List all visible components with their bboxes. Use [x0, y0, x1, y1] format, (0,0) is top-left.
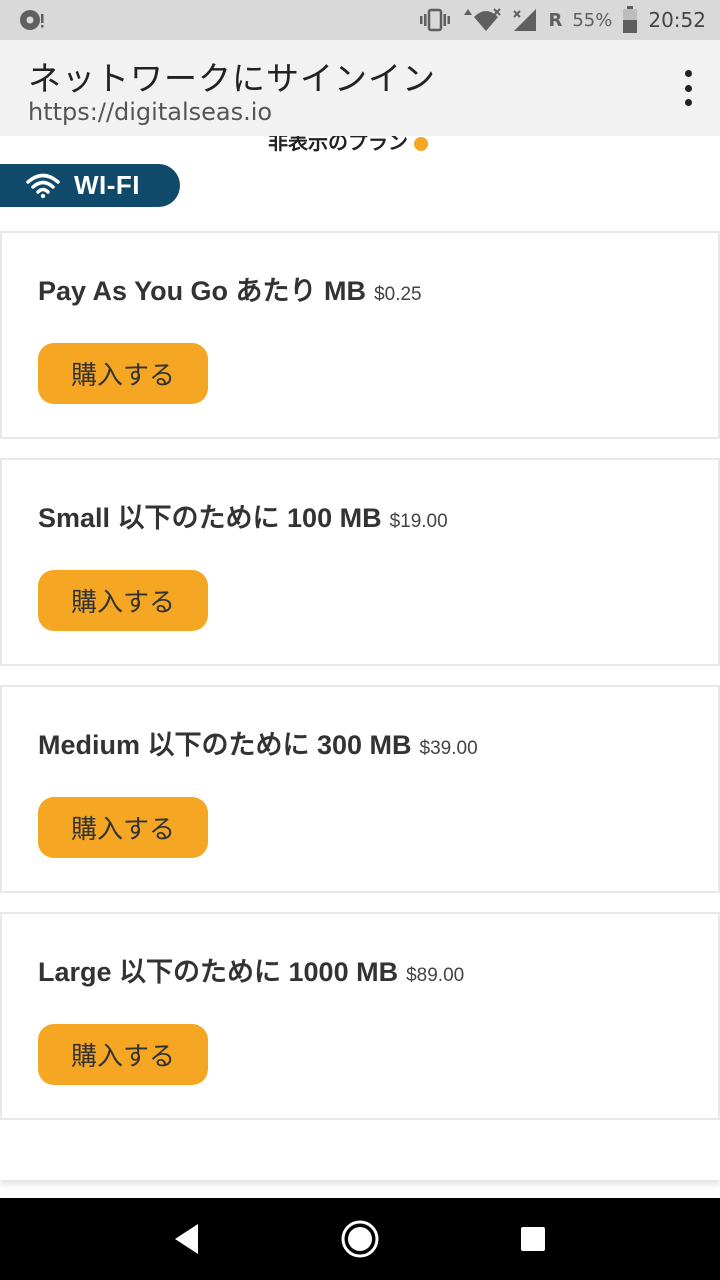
- plan-title-row: Pay As You Go あたり MB $0.25: [38, 269, 422, 308]
- cutoff-heading: 非表示のプラン: [268, 136, 428, 155]
- plan-price: $19.00: [389, 511, 448, 532]
- plan-card-large: Large 以下のために 1000 MB $89.00 購入する: [0, 912, 720, 1120]
- page-content: 非表示のプラン WI-FI Pay As You Go あたり MB $0.25…: [0, 136, 720, 1180]
- page-title: ネットワークにサインイン: [28, 59, 436, 98]
- plan-name: Medium 以下のために 300 MB: [38, 730, 412, 760]
- page-url: https://digitalseas.io: [28, 98, 273, 126]
- buy-button-large[interactable]: 購入する: [38, 1024, 208, 1085]
- signal-icon: [512, 7, 538, 33]
- plan-price: $89.00: [406, 965, 465, 986]
- plan-name: Small 以下のために 100 MB: [38, 503, 382, 533]
- home-icon[interactable]: [330, 1209, 390, 1269]
- system-nav-bar: [0, 1198, 720, 1280]
- wifi-icon: [26, 173, 60, 199]
- status-bar: R 55% 20:52: [0, 0, 720, 40]
- plan-name: Large 以下のために 1000 MB: [38, 957, 399, 987]
- plan-card-payg: Pay As You Go あたり MB $0.25 購入する: [0, 231, 720, 439]
- battery-icon: [622, 6, 638, 34]
- plan-card-medium: Medium 以下のために 300 MB $39.00 購入する: [0, 685, 720, 893]
- plan-price: $0.25: [374, 284, 422, 305]
- menu-dot: [684, 84, 692, 92]
- buy-button-medium[interactable]: 購入する: [38, 797, 208, 858]
- plan-title-row: Medium 以下のために 300 MB $39.00: [38, 723, 478, 762]
- plan-card-small: Small 以下のために 100 MB $19.00 購入する: [0, 458, 720, 666]
- battery-percent: 55%: [572, 9, 613, 31]
- plan-price: $39.00: [419, 738, 478, 759]
- plan-title-row: Large 以下のために 1000 MB $89.00: [38, 950, 464, 989]
- vibrate-icon: [420, 7, 451, 33]
- menu-dot: [684, 70, 692, 77]
- status-right: R 55% 20:52: [420, 6, 706, 34]
- wifi-icon: [460, 7, 502, 33]
- overflow-menu-icon[interactable]: [678, 70, 698, 106]
- status-left: [18, 7, 44, 33]
- wifi-tab[interactable]: WI-FI: [0, 164, 180, 207]
- buy-button-payg[interactable]: 購入する: [38, 343, 208, 404]
- plan-title-row: Small 以下のために 100 MB $19.00: [38, 496, 448, 535]
- notification-icon: [18, 7, 44, 33]
- cutoff-dot-icon: [414, 136, 428, 151]
- roaming-label: R: [548, 9, 563, 31]
- app-header: ネットワークにサインイン https://digitalseas.io: [0, 40, 720, 136]
- recents-icon[interactable]: [503, 1209, 563, 1269]
- back-icon[interactable]: [157, 1209, 217, 1269]
- status-time: 20:52: [648, 8, 706, 32]
- buy-button-small[interactable]: 購入する: [38, 570, 208, 631]
- menu-dot: [684, 99, 692, 106]
- cutoff-heading-label: 非表示のプラン: [268, 136, 408, 154]
- wifi-tab-label: WI-FI: [74, 170, 141, 200]
- plan-name: Pay As You Go あたり MB: [38, 276, 367, 306]
